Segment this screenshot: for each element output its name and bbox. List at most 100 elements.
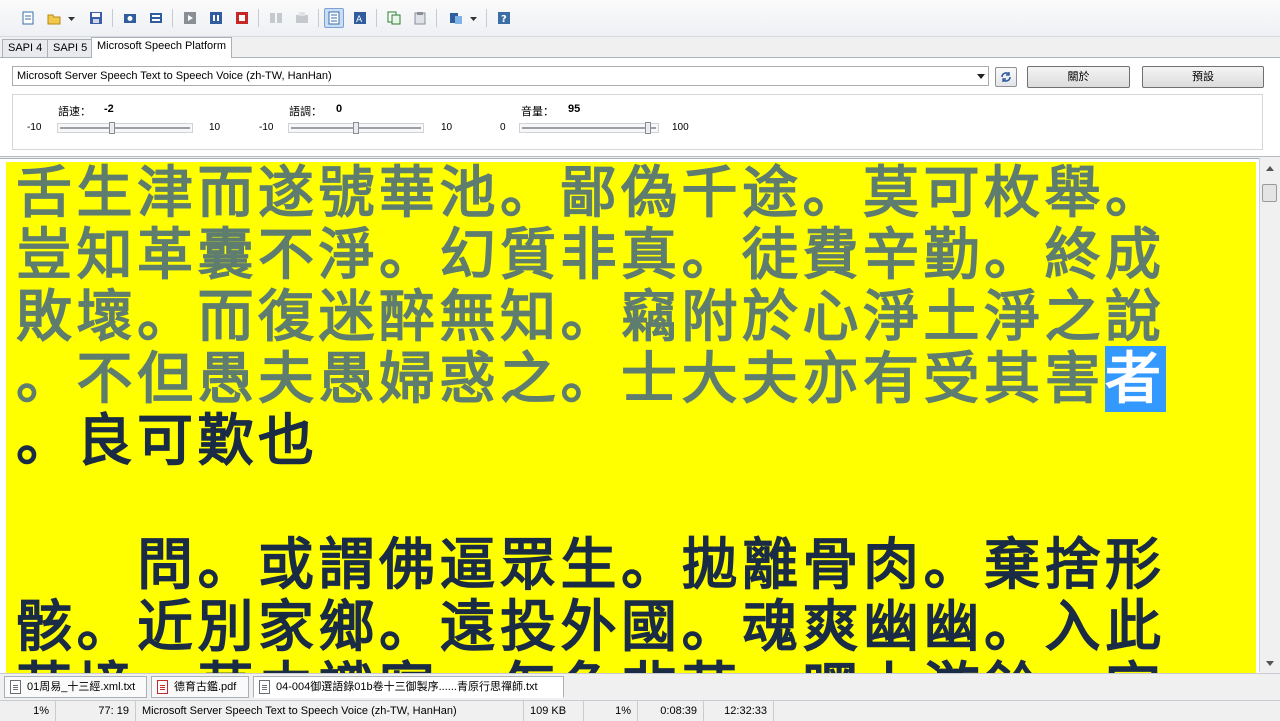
read-mode-button[interactable] — [324, 8, 344, 28]
merge-icon — [296, 12, 308, 23]
volume-slider-thumb[interactable] — [644, 122, 651, 134]
tab-microsoft-speech-platform[interactable]: Microsoft Speech Platform — [91, 37, 232, 58]
batch-export-button[interactable] — [146, 8, 166, 28]
status-clock: 12:32:33 — [704, 701, 774, 721]
text-line: 問。或謂佛逼眾生。拋離骨肉。棄捨形 — [16, 532, 1166, 598]
text-line: 敗壞。而復迷醉無知。竊附於心淨土淨之說 — [16, 284, 1166, 350]
rate-slider-thumb[interactable] — [109, 122, 116, 134]
pitch-slider-thumb[interactable] — [353, 122, 359, 134]
slider-group: 語速： -2 -10 10 語調： 0 -10 10 音量： 95 0 100 — [12, 94, 1263, 150]
toolbar-separator — [436, 9, 437, 27]
text-line: 。不但愚夫愚婦惑之。士大夫亦有受其害者 — [16, 346, 1166, 412]
convert-icon — [450, 13, 462, 24]
dropdown-arrow-icon — [68, 17, 75, 21]
reading-page[interactable]: 舌生津而遂號華池。鄙偽千途。莫可枚舉。 豈知革囊不淨。幻質非真。徒費辛勤。終成 … — [6, 162, 1256, 673]
rate-label: 語速： — [58, 106, 91, 118]
stop-icon — [236, 12, 248, 24]
read-mode-icon — [328, 11, 340, 25]
help-button[interactable]: ? — [494, 8, 514, 28]
doc-tab-yuxuan-yulu[interactable]: 04-004御選語錄01b卷十三御製序......青原行思禪師.txt — [253, 676, 564, 698]
play-icon — [184, 12, 196, 24]
rate-slider[interactable] — [57, 122, 193, 134]
pitch-max: 10 — [441, 122, 453, 133]
volume-max: 100 — [672, 122, 689, 133]
voice-select-value: Microsoft Server Speech Text to Speech V… — [17, 70, 332, 82]
stop-button[interactable] — [232, 8, 252, 28]
paste-icon — [414, 12, 426, 25]
text-line: 豈知革囊不淨。幻質非真。徒費辛勤。終成 — [16, 222, 1166, 288]
convert-dropdown-button[interactable] — [466, 8, 480, 28]
tab-sapi4[interactable]: SAPI 4 — [2, 39, 49, 57]
text-line: 舌生津而遂號華池。鄙偽千途。莫可枚舉。 — [16, 162, 1166, 226]
pitch-min: -10 — [259, 122, 274, 133]
engine-tabs: SAPI 4 SAPI 5 Microsoft Speech Platform — [0, 37, 1280, 58]
rate-min: -10 — [27, 122, 42, 133]
rate-value: -2 — [104, 103, 114, 115]
split-button[interactable] — [266, 8, 286, 28]
batch-export-icon — [150, 13, 162, 23]
copy-button[interactable] — [384, 8, 404, 28]
scroll-up-icon[interactable] — [1266, 166, 1274, 171]
toolbar-separator — [318, 9, 319, 27]
open-dropdown-button[interactable] — [64, 8, 78, 28]
tab-sapi5[interactable]: SAPI 5 — [47, 39, 94, 57]
paste-button[interactable] — [410, 8, 430, 28]
text-file-icon — [259, 680, 270, 694]
export-audio-icon — [124, 14, 136, 23]
doc-tab-zhouyi[interactable]: 01周易_十三經.xml.txt — [4, 676, 147, 698]
svg-text:?: ? — [501, 14, 507, 25]
text-mode-icon: A — [354, 12, 366, 25]
text-file-icon — [10, 680, 21, 694]
vertical-scrollbar[interactable] — [1259, 158, 1280, 672]
status-file-size: 109 KB — [524, 701, 584, 721]
status-voice: Microsoft Server Speech Text to Speech V… — [136, 701, 524, 721]
convert-button[interactable] — [446, 8, 466, 28]
about-button[interactable]: 關於 — [1027, 66, 1130, 88]
toolbar-separator — [112, 9, 113, 27]
volume-min: 0 — [500, 122, 506, 133]
menu-dropdown-icon — [470, 17, 477, 21]
status-progress: 1% — [0, 701, 56, 721]
toolbar-separator — [258, 9, 259, 27]
export-audio-button[interactable] — [120, 8, 140, 28]
save-icon — [90, 12, 102, 24]
rate-max: 10 — [209, 122, 221, 133]
pitch-label: 語調： — [289, 106, 322, 118]
refresh-icon — [1001, 72, 1011, 82]
main-toolbar: A ? — [0, 0, 1280, 37]
pause-button[interactable] — [206, 8, 226, 28]
volume-slider[interactable] — [519, 122, 659, 134]
copy-icon — [387, 11, 401, 25]
volume-label: 音量： — [521, 106, 554, 118]
volume-value: 95 — [568, 103, 581, 115]
refresh-voices-button[interactable] — [995, 67, 1017, 87]
split-icon — [270, 13, 282, 23]
open-file-button[interactable] — [44, 8, 64, 28]
text-mode-button[interactable]: A — [350, 8, 370, 28]
text-line: 。良可歎也 — [16, 408, 319, 474]
open-folder-icon — [47, 14, 61, 25]
text-editor[interactable]: 舌生津而遂號華池。鄙偽千途。莫可枚舉。 豈知革囊不淨。幻質非真。徒費辛勤。終成 … — [0, 158, 1259, 673]
current-word-highlight: 者 — [1105, 346, 1166, 412]
scrollbar-thumb[interactable] — [1262, 184, 1277, 202]
chevron-down-icon — [977, 74, 985, 79]
merge-button[interactable] — [292, 8, 312, 28]
toolbar-separator — [486, 9, 487, 27]
default-button[interactable]: 預設 — [1142, 66, 1264, 88]
voice-select[interactable]: Microsoft Server Speech Text to Speech V… — [12, 66, 989, 86]
new-file-icon — [22, 11, 34, 25]
status-cursor-position: 77: 19 — [56, 701, 136, 721]
toolbar-separator — [376, 9, 377, 27]
pitch-slider[interactable] — [288, 122, 424, 134]
pause-icon — [210, 12, 222, 24]
pitch-value: 0 — [336, 103, 343, 115]
new-file-button[interactable] — [18, 8, 38, 28]
status-read-progress: 1% — [584, 701, 638, 721]
doc-tab-deyu[interactable]: 德育古鑑.pdf — [151, 676, 249, 698]
save-button[interactable] — [86, 8, 106, 28]
text-line: 茫境。莫由識寤。怎免非苦。嘿上游鈴。宜 — [16, 658, 1166, 673]
text-line: 骸。近別家鄉。遠投外國。魂爽幽幽。入此 — [16, 594, 1166, 660]
status-bar: 1% 77: 19 Microsoft Server Speech Text t… — [0, 700, 1280, 721]
scroll-down-icon[interactable] — [1266, 661, 1274, 666]
play-button[interactable] — [180, 8, 200, 28]
